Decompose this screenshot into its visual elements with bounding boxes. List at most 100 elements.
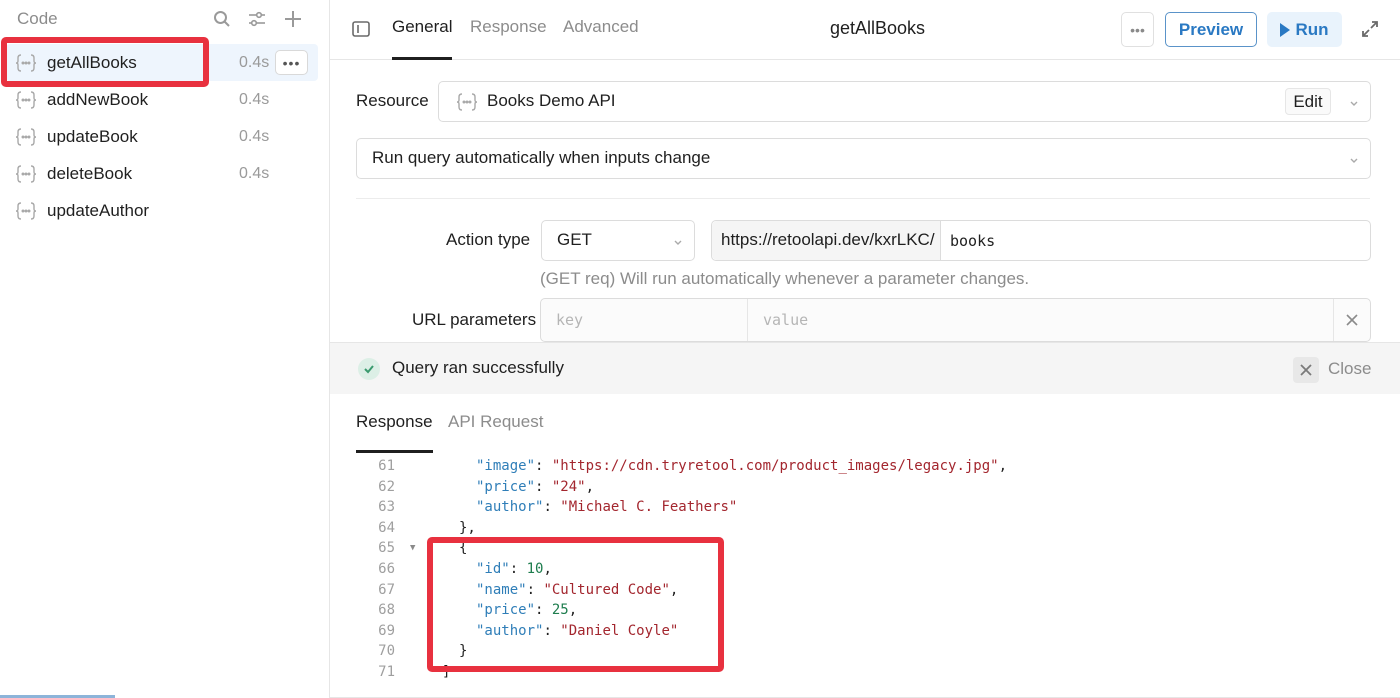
url-param-value-input[interactable]: value — [748, 299, 1334, 341]
query-item-updatebook[interactable]: updateBook 0.4s — [0, 118, 320, 155]
code-sidebar: Code getAllBooks 0.4s ••• addNewBook 0.4… — [0, 0, 330, 698]
query-item-getallbooks[interactable]: getAllBooks 0.4s ••• — [6, 44, 318, 81]
code-text: "author": "Daniel Coyle" — [476, 622, 679, 639]
line-number: 67 — [378, 581, 395, 598]
code-text: { — [459, 540, 468, 557]
fold-toggle-icon[interactable]: ▼ — [410, 543, 415, 553]
run-mode-select[interactable]: Run query automatically when inputs chan… — [356, 138, 1371, 179]
rest-query-icon — [15, 127, 37, 147]
tab-general[interactable]: General — [392, 17, 453, 60]
query-item-deletebook[interactable]: deleteBook 0.4s — [0, 155, 320, 192]
query-run-time: 0.4s — [239, 127, 270, 145]
json-key: "price" — [476, 602, 536, 619]
query-name: addNewBook — [47, 89, 149, 109]
json-value: "Daniel Coyle" — [560, 622, 679, 639]
filter-icon[interactable] — [246, 8, 268, 30]
tab-response-output[interactable]: Response — [356, 412, 433, 453]
close-icon[interactable] — [1293, 357, 1319, 383]
query-run-time: 0.4s — [239, 53, 270, 71]
query-more-button[interactable]: ••• — [275, 50, 308, 75]
tab-api-request[interactable]: API Request — [448, 412, 543, 453]
section-divider — [356, 198, 1370, 199]
tab-response[interactable]: Response — [470, 17, 547, 60]
rest-query-icon — [15, 53, 37, 73]
json-value: "Cultured Code" — [543, 581, 670, 598]
edit-resource-button[interactable]: Edit — [1285, 88, 1331, 115]
code-line: 67 "name": "Cultured Code", — [330, 582, 1400, 603]
rest-query-icon — [15, 164, 37, 184]
code-text: ] — [442, 664, 451, 680]
code-text: "id": 10, — [476, 561, 552, 577]
code-text: "author": "Michael C. Feathers" — [476, 499, 738, 516]
success-check-icon — [358, 358, 380, 380]
code-text: "price": 25, — [476, 602, 578, 619]
code-line: 68 "price": 25, — [330, 602, 1400, 623]
search-icon[interactable] — [211, 8, 233, 30]
query-name: deleteBook — [47, 163, 133, 183]
json-value: 10 — [526, 561, 544, 577]
panel-toggle-icon[interactable] — [351, 19, 371, 39]
chevron-down-icon — [1348, 96, 1360, 108]
json-key: "image" — [476, 458, 536, 474]
url-parameters-label: URL parameters — [412, 310, 537, 329]
line-number: 70 — [378, 643, 395, 660]
chevron-down-icon — [1348, 153, 1360, 165]
json-key: "author" — [476, 499, 544, 516]
url-parameters-row: key value — [540, 298, 1371, 342]
json-key: "id" — [476, 561, 510, 577]
status-message: Query ran successfully — [392, 358, 564, 377]
line-number: 65 — [378, 540, 395, 557]
query-name: getAllBooks — [47, 52, 137, 72]
action-type-select[interactable]: GET — [541, 220, 695, 261]
line-number: 64 — [378, 519, 395, 536]
resource-value: Books Demo API — [487, 91, 616, 110]
code-line: 66 "id": 10, — [330, 561, 1400, 582]
expand-icon[interactable] — [1360, 19, 1380, 39]
url-input[interactable]: https://retoolapi.dev/kxrLKC/ books — [711, 220, 1371, 261]
code-line: 70} — [330, 643, 1400, 664]
close-button[interactable]: Close — [1328, 359, 1371, 379]
line-number: 63 — [378, 499, 395, 516]
code-line: 65 ▼ { — [330, 540, 1400, 561]
run-button[interactable]: Run — [1267, 12, 1342, 47]
remove-param-icon[interactable] — [1334, 299, 1370, 341]
query-header: General Response Advanced getAllBooks ••… — [330, 0, 1400, 60]
resource-label: Resource — [356, 91, 429, 110]
query-item-updateauthor[interactable]: updateAuthor — [0, 192, 320, 229]
line-number: 71 — [378, 664, 395, 680]
retool-query-editor: Code getAllBooks 0.4s ••• addNewBook 0.4… — [0, 0, 1400, 698]
code-line: 69 "author": "Daniel Coyle" — [330, 623, 1400, 644]
code-text: "image": "https://cdn.tryretool.com/prod… — [476, 458, 1008, 474]
code-text: }, — [459, 519, 476, 536]
chevron-down-icon — [672, 235, 684, 247]
run-mode-value: Run query automatically when inputs chan… — [372, 148, 711, 167]
query-run-time: 0.4s — [239, 164, 270, 182]
code-line: 62 "price": "24", — [330, 479, 1400, 500]
line-number: 69 — [378, 622, 395, 639]
line-number: 66 — [378, 561, 395, 577]
sidebar-title: Code — [17, 9, 58, 28]
action-type-value: GET — [557, 230, 592, 249]
query-run-time: 0.4s — [239, 90, 270, 108]
tab-advanced[interactable]: Advanced — [563, 17, 639, 60]
code-line: 64}, — [330, 520, 1400, 541]
action-type-hint: (GET req) Will run automatically wheneve… — [540, 269, 1030, 288]
line-number: 68 — [378, 602, 395, 619]
add-query-icon[interactable] — [282, 8, 304, 30]
preview-button[interactable]: Preview — [1165, 12, 1257, 47]
code-line: 71] — [330, 664, 1400, 685]
url-path[interactable]: books — [950, 232, 995, 250]
url-param-key-input[interactable]: key — [541, 299, 748, 341]
code-text: "price": "24", — [476, 478, 595, 495]
query-form: Resource Books Demo API Edit Run query a… — [330, 60, 1400, 343]
query-item-addnewbook[interactable]: addNewBook 0.4s — [0, 81, 320, 118]
url-prefix: https://retoolapi.dev/kxrLKC/ — [712, 221, 941, 260]
query-status-bar: Query ran successfully Close — [330, 342, 1400, 394]
resource-select[interactable]: Books Demo API Edit — [438, 81, 1371, 122]
json-key: "author" — [476, 622, 544, 639]
code-line: 63 "author": "Michael C. Feathers" — [330, 499, 1400, 520]
line-number: 62 — [378, 478, 395, 495]
more-options-button[interactable]: ••• — [1121, 12, 1154, 47]
response-panel: Response API Request 61 "image": "https:/… — [330, 394, 1400, 698]
query-title: getAllBooks — [830, 18, 926, 38]
